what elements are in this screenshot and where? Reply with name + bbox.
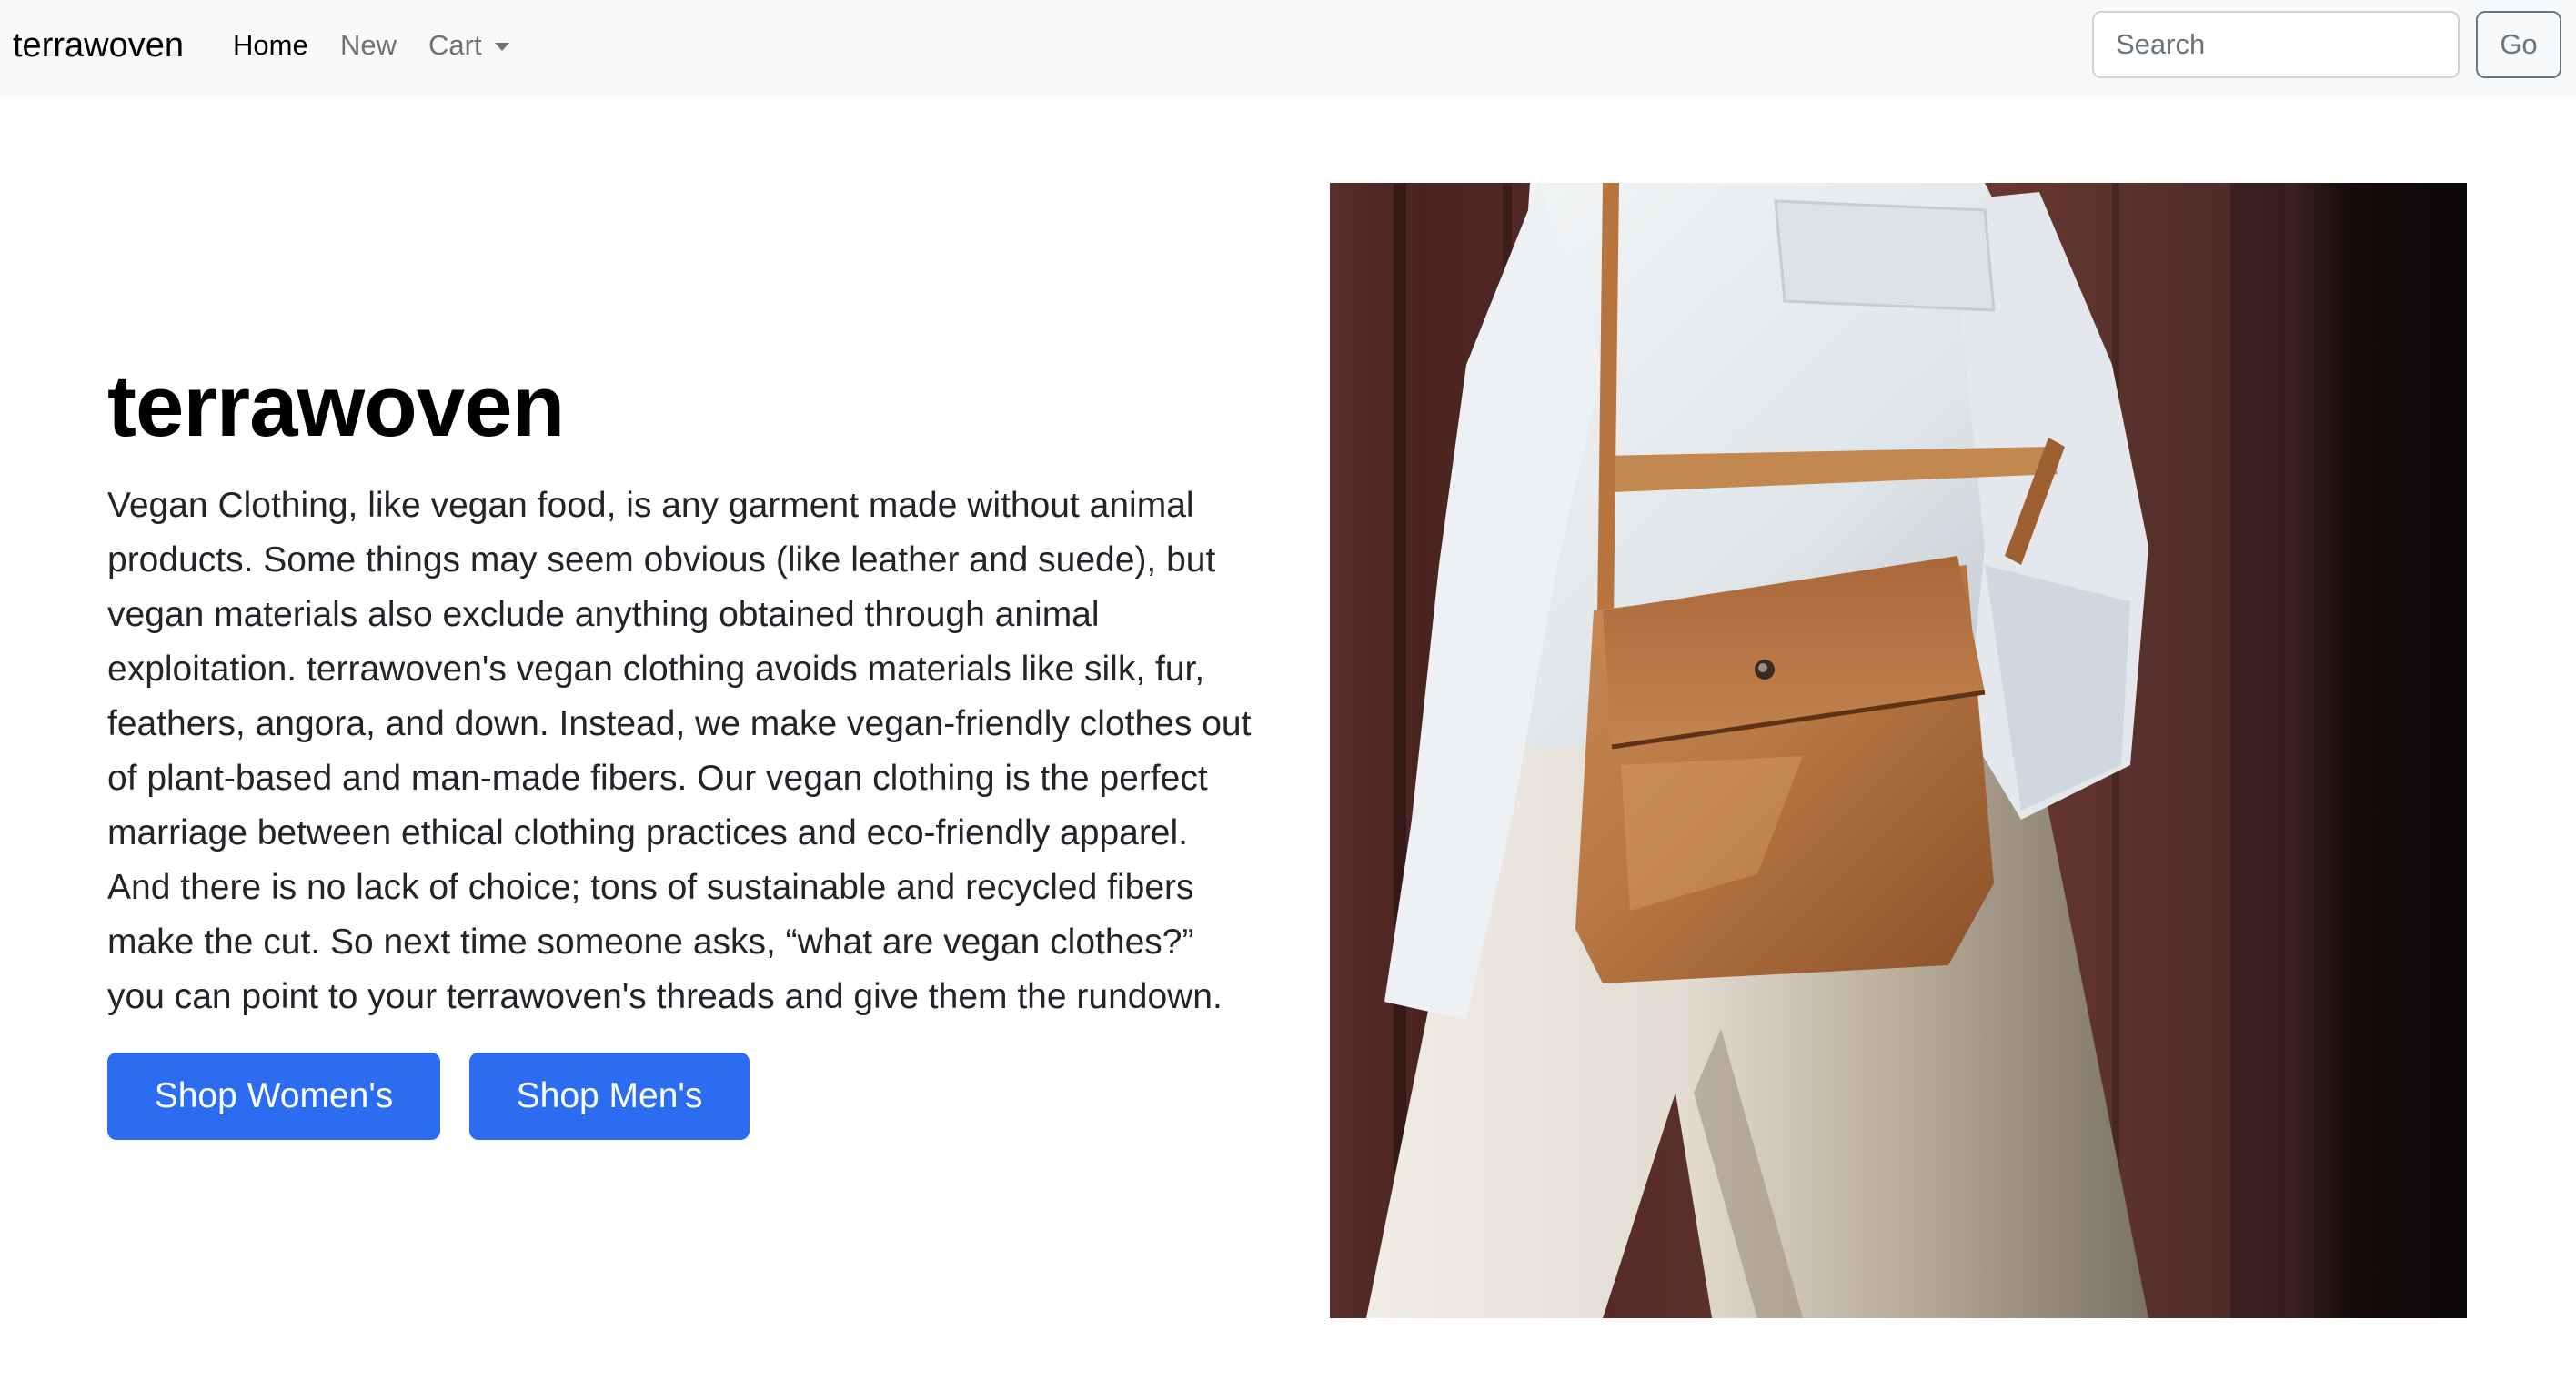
chevron-down-icon xyxy=(494,43,509,52)
search-input[interactable] xyxy=(2092,11,2460,78)
nav-new-link[interactable]: New xyxy=(340,22,397,69)
nav-cart-label: Cart xyxy=(428,29,482,61)
shop-womens-button[interactable]: Shop Women's xyxy=(107,1053,440,1140)
nav-cart-dropdown[interactable]: Cart xyxy=(428,22,509,69)
photo-person-with-leather-crossbody-bag-icon xyxy=(1330,183,2467,1318)
hero-photo xyxy=(1330,183,2467,1318)
hero-description: Vegan Clothing, like vegan food, is any … xyxy=(107,486,1252,1016)
nav-home-link[interactable]: Home xyxy=(233,22,308,69)
brand-link[interactable]: terrawoven xyxy=(13,22,184,69)
hero-title: terrawoven xyxy=(107,358,565,455)
navbar: terrawoven Home New Cart Go xyxy=(0,0,2576,96)
go-button[interactable]: Go xyxy=(2476,11,2561,78)
shop-mens-button[interactable]: Shop Men's xyxy=(469,1053,750,1140)
